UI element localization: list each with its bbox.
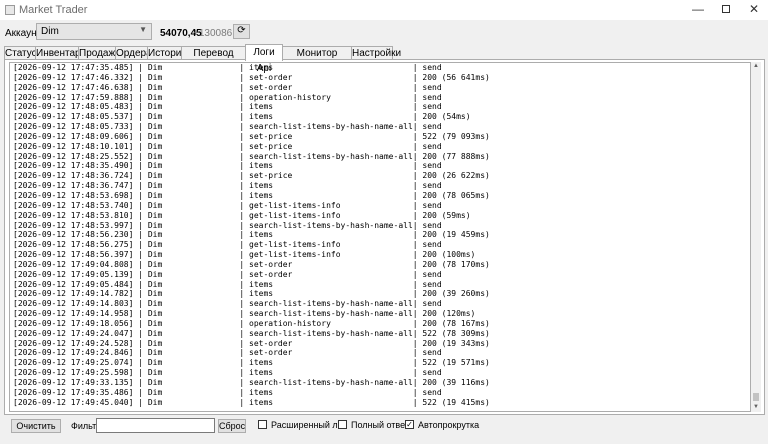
log-line: [2026-09-12 17:48:25.552] | Dim | search…	[13, 151, 490, 161]
log-line: [2026-09-12 17:49:24.846] | Dim | set-or…	[13, 348, 442, 358]
close-button[interactable]: ✕	[739, 0, 768, 20]
tab-status[interactable]: Статус	[4, 46, 37, 60]
log-line: [2026-09-12 17:48:05.483] | Dim | items …	[13, 102, 442, 112]
bottom-bar: Очистить Фильтр: Сброс Расширенный лог П…	[0, 415, 768, 444]
chevron-down-icon: ▼	[139, 25, 147, 34]
log-line: [2026-09-12 17:49:05.484] | Dim | items …	[13, 279, 442, 289]
title-bar: Market Trader — ✕	[0, 0, 768, 20]
reset-button[interactable]: Сброс	[218, 419, 246, 433]
log-line: [2026-09-12 17:48:56.275] | Dim | get-li…	[13, 240, 442, 250]
log-line: [2026-09-12 17:49:14.958] | Dim | search…	[13, 309, 476, 319]
scrollbar-thumb[interactable]	[753, 393, 759, 401]
log-line: [2026-09-12 17:49:14.782] | Dim | items …	[13, 289, 490, 299]
log-line: [2026-09-12 17:47:35.485] | Dim | items …	[13, 63, 442, 72]
account-select[interactable]: Dim ▼	[36, 23, 152, 40]
log-line: [2026-09-12 17:48:35.490] | Dim | items …	[13, 161, 442, 171]
log-line: [2026-09-12 17:48:53.997] | Dim | search…	[13, 220, 442, 230]
minimize-button[interactable]: —	[683, 0, 713, 20]
log-line: [2026-09-12 17:48:56.397] | Dim | get-li…	[13, 250, 476, 260]
log-line: [2026-09-12 17:48:53.810] | Dim | get-li…	[13, 210, 471, 220]
log-line: [2026-09-12 17:49:35.486] | Dim | items …	[13, 387, 442, 397]
tab-strip: Статус Инвентарь Продажи Ордера История …	[4, 44, 764, 74]
clear-button[interactable]: Очистить	[11, 419, 61, 433]
account-toolbar: Аккаунт: Dim ▼ 54070,45 +130086,33 ⟳	[0, 20, 768, 44]
tab-settings[interactable]: Настройки	[351, 46, 401, 60]
log-line: [2026-09-12 17:48:36.747] | Dim | items …	[13, 181, 442, 191]
checkbox-box	[338, 420, 347, 429]
tab-content: [2026-09-12 17:47:35.485] | Dim | items …	[4, 59, 765, 415]
tab-balance-transfer[interactable]: Перевод баланса	[181, 46, 246, 72]
tab-inventory[interactable]: Инвентарь	[35, 46, 86, 60]
log-line: [2026-09-12 17:49:24.528] | Dim | set-or…	[13, 338, 490, 348]
log-line: [2026-09-12 17:48:56.230] | Dim | items …	[13, 230, 490, 240]
log-line: [2026-09-12 17:48:53.698] | Dim | items …	[13, 190, 490, 200]
log-line: [2026-09-12 17:47:46.332] | Dim | set-or…	[13, 72, 490, 82]
log-line: [2026-09-12 17:49:45.040] | Dim | items …	[13, 397, 490, 407]
scroll-down-icon[interactable]: ▼	[751, 403, 761, 412]
tab-order-monitor[interactable]: Монитор ордеров	[282, 46, 352, 72]
tab-sales[interactable]: Продажи	[78, 46, 121, 60]
log-line: [2026-09-12 17:48:36.724] | Dim | set-pr…	[13, 171, 490, 181]
checkbox-box	[258, 420, 267, 429]
log-line: [2026-09-12 17:48:09.606] | Dim | set-pr…	[13, 131, 490, 141]
log-lines: [2026-09-12 17:47:35.485] | Dim | items …	[13, 63, 490, 408]
log-line: [2026-09-12 17:49:25.074] | Dim | items …	[13, 358, 490, 368]
vertical-scrollbar[interactable]: ▲ ▼	[751, 62, 761, 412]
log-line: [2026-09-12 17:49:33.135] | Dim | search…	[13, 378, 490, 387]
filter-input[interactable]	[96, 418, 215, 433]
log-line: [2026-09-12 17:48:05.733] | Dim | search…	[13, 122, 442, 132]
app-icon	[5, 5, 15, 15]
log-line: [2026-09-12 17:49:05.139] | Dim | set-or…	[13, 269, 442, 279]
log-line: [2026-09-12 17:48:10.101] | Dim | set-pr…	[13, 141, 442, 151]
log-textarea[interactable]: [2026-09-12 17:47:35.485] | Dim | items …	[9, 62, 751, 412]
log-line: [2026-09-12 17:47:46.638] | Dim | set-or…	[13, 82, 442, 92]
tab-api-logs[interactable]: Логи Api	[245, 44, 283, 74]
log-line: [2026-09-12 17:49:24.047] | Dim | search…	[13, 328, 490, 338]
account-select-value: Dim	[41, 26, 59, 37]
extended-log-label: Расширенный лог	[271, 420, 347, 430]
refresh-button[interactable]: ⟳	[233, 24, 250, 39]
maximize-icon	[722, 5, 730, 13]
refresh-icon: ⟳	[237, 25, 246, 36]
window-title: Market Trader	[19, 4, 88, 16]
log-line: [2026-09-12 17:48:05.537] | Dim | items …	[13, 112, 471, 122]
tab-orders[interactable]: Ордера	[115, 46, 152, 60]
log-line: [2026-09-12 17:49:18.056] | Dim | operat…	[13, 318, 490, 328]
autoscroll-label: Автопрокрутка	[418, 420, 480, 430]
full-response-label: Полный ответ	[351, 420, 409, 430]
log-line: [2026-09-12 17:49:25.598] | Dim | items …	[13, 368, 442, 378]
log-line: [2026-09-12 17:49:14.803] | Dim | search…	[13, 299, 442, 309]
log-line: [2026-09-12 17:48:53.740] | Dim | get-li…	[13, 200, 442, 210]
scroll-up-icon[interactable]: ▲	[751, 62, 761, 71]
maximize-button[interactable]	[711, 0, 741, 20]
checkbox-box: ✓	[405, 420, 414, 429]
tab-history[interactable]: История	[147, 46, 187, 60]
log-line: [2026-09-12 17:47:59.888] | Dim | operat…	[13, 92, 442, 102]
log-line: [2026-09-12 17:49:04.808] | Dim | set-or…	[13, 259, 490, 269]
